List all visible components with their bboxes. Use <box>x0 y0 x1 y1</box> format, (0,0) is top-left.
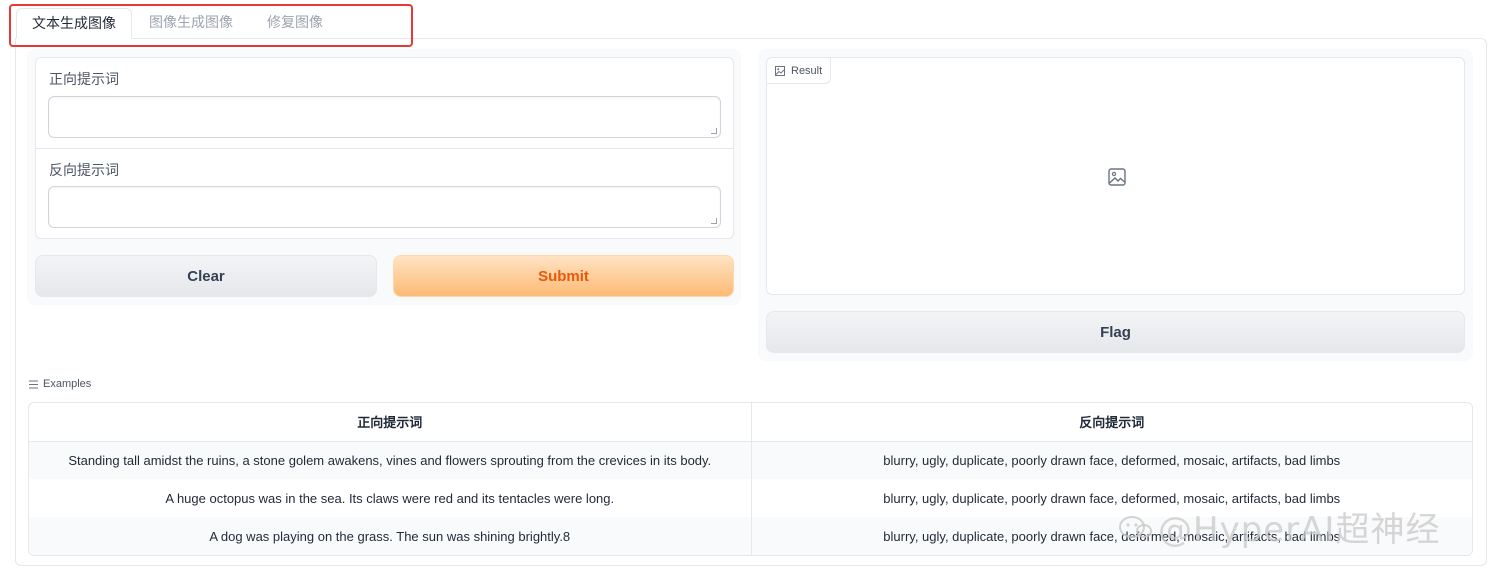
examples-title: Examples <box>43 378 92 390</box>
table-cell[interactable]: A huge octopus was in the sea. Its claws… <box>29 479 752 517</box>
tab-text-to-image[interactable]: 文本生成图像 <box>16 8 132 39</box>
column-header-negative: 反向提示词 <box>751 403 1472 442</box>
list-icon <box>29 380 38 388</box>
image-icon <box>775 65 785 76</box>
table-row[interactable]: A huge octopus was in the sea. Its claws… <box>29 479 1472 517</box>
table-row[interactable]: A dog was playing on the grass. The sun … <box>29 517 1472 555</box>
table-cell[interactable]: blurry, ugly, duplicate, poorly drawn fa… <box>751 517 1472 555</box>
column-header-positive: 正向提示词 <box>29 403 752 442</box>
tab-bar: 文本生成图像 图像生成图像 修复图像 <box>15 8 1487 40</box>
result-image-box: Result <box>766 57 1465 295</box>
positive-prompt-label: 正向提示词 <box>49 72 119 88</box>
clear-button[interactable]: Clear <box>35 255 377 297</box>
examples-header: Examples <box>29 378 91 390</box>
negative-prompt-input[interactable] <box>48 186 721 228</box>
table-header-row: 正向提示词 反向提示词 <box>29 403 1472 442</box>
positive-prompt-input[interactable] <box>48 96 721 138</box>
resize-handle-icon[interactable] <box>711 128 717 134</box>
tab-inpaint[interactable]: 修复图像 <box>252 8 338 39</box>
examples-table: 正向提示词 反向提示词 Standing tall amidst the rui… <box>28 402 1473 556</box>
table-row[interactable]: Standing tall amidst the ruins, a stone … <box>29 441 1472 479</box>
table-cell[interactable]: A dog was playing on the grass. The sun … <box>29 517 752 555</box>
result-label: Result <box>767 58 832 84</box>
resize-handle-icon[interactable] <box>711 218 717 224</box>
submit-button[interactable]: Submit <box>393 255 734 297</box>
image-placeholder-icon <box>1108 168 1126 186</box>
table-cell[interactable]: blurry, ugly, duplicate, poorly drawn fa… <box>751 441 1472 479</box>
prompt-form: 正向提示词 反向提示词 <box>35 57 734 239</box>
tab-image-to-image[interactable]: 图像生成图像 <box>134 8 248 39</box>
result-label-text: Result <box>791 64 823 77</box>
flag-button[interactable]: Flag <box>766 311 1465 353</box>
table-cell[interactable]: Standing tall amidst the ruins, a stone … <box>29 441 752 479</box>
divider <box>36 148 733 149</box>
negative-prompt-label: 反向提示词 <box>49 163 119 179</box>
table-cell[interactable]: blurry, ugly, duplicate, poorly drawn fa… <box>751 479 1472 517</box>
